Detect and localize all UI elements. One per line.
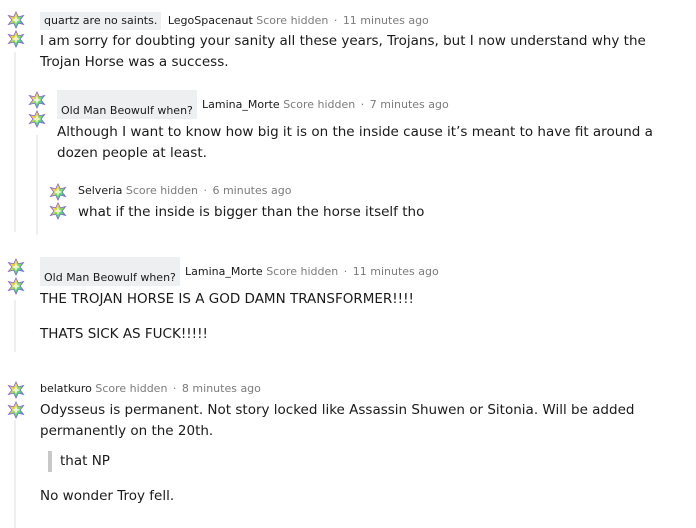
separator: ·: [172, 382, 177, 395]
upvote-star-icon[interactable]: [28, 91, 46, 109]
separator: ·: [333, 14, 338, 27]
user-flair: quartz are no saints.: [40, 12, 162, 30]
username-link[interactable]: Selveria: [78, 184, 122, 197]
separator: ·: [343, 265, 348, 278]
thread-line[interactable]: [14, 300, 16, 352]
timestamp-link[interactable]: 11 minutes ago: [343, 14, 429, 27]
separator: ·: [360, 98, 365, 111]
comment-body: Odysseus is permanent. Not story locked …: [40, 400, 680, 507]
block-quote: that NP: [48, 451, 680, 472]
username-link[interactable]: Lamina_Morte: [185, 265, 263, 278]
comment-body: I am sorry for doubting your sanity all …: [40, 31, 680, 73]
downvote-star-icon[interactable]: [28, 110, 46, 128]
timestamp-link[interactable]: 7 minutes ago: [370, 98, 449, 111]
upvote-star-icon[interactable]: [49, 183, 67, 201]
comment-meta: Lamina_Morte Score hidden · 7 minutes ag…: [202, 98, 449, 112]
user-flair: Old Man Beowulf when?: [40, 257, 180, 286]
comment-meta: quartz are no saints. LegoSpacenaut Scor…: [40, 12, 429, 30]
downvote-star-icon[interactable]: [49, 202, 67, 220]
downvote-star-icon[interactable]: [7, 401, 25, 419]
username-link[interactable]: Lamina_Morte: [202, 98, 280, 111]
comment-body: Although I want to know how big it is on…: [57, 122, 682, 164]
timestamp-link[interactable]: 11 minutes ago: [353, 265, 439, 278]
user-flair: Old Man Beowulf when?: [57, 90, 197, 119]
timestamp-link[interactable]: 6 minutes ago: [212, 184, 291, 197]
thread-line[interactable]: [36, 135, 38, 235]
separator: ·: [203, 184, 207, 197]
comment-meta: Lamina_Morte Score hidden · 11 minutes a…: [185, 265, 439, 279]
upvote-star-icon[interactable]: [7, 258, 25, 276]
comment-text: No wonder Troy fell.: [40, 488, 175, 504]
score-label: Score hidden: [125, 184, 198, 197]
comment-meta: Selveria Score hidden · 6 minutes ago: [78, 184, 291, 198]
comment-text: Although I want to know how big it is on…: [57, 124, 653, 161]
downvote-star-icon[interactable]: [7, 277, 25, 295]
comment-body: what if the inside is bigger than the ho…: [78, 202, 678, 223]
comment-text: Odysseus is permanent. Not story locked …: [40, 402, 635, 439]
comment-body: THE TROJAN HORSE IS A GOD DAMN TRANSFORM…: [40, 289, 680, 345]
username-link[interactable]: LegoSpacenaut: [168, 14, 253, 27]
comment-meta: belatkuro Score hidden · 8 minutes ago: [40, 382, 261, 396]
comment-text: THE TROJAN HORSE IS A GOD DAMN TRANSFORM…: [40, 291, 414, 307]
score-label: Score hidden: [266, 265, 339, 278]
score-label: Score hidden: [256, 14, 329, 27]
thread-line[interactable]: [14, 420, 16, 528]
timestamp-link[interactable]: 8 minutes ago: [182, 382, 261, 395]
upvote-star-icon[interactable]: [7, 381, 25, 399]
downvote-star-icon[interactable]: [7, 30, 25, 48]
score-label: Score hidden: [283, 98, 356, 111]
comment-text: THATS SICK AS FUCK!!!!!: [40, 326, 208, 342]
upvote-star-icon[interactable]: [7, 11, 25, 29]
comment-text: I am sorry for doubting your sanity all …: [40, 33, 646, 70]
thread-line[interactable]: [14, 52, 16, 232]
comment-text: what if the inside is bigger than the ho…: [78, 204, 425, 220]
username-link[interactable]: belatkuro: [40, 382, 92, 395]
score-label: Score hidden: [95, 382, 168, 395]
